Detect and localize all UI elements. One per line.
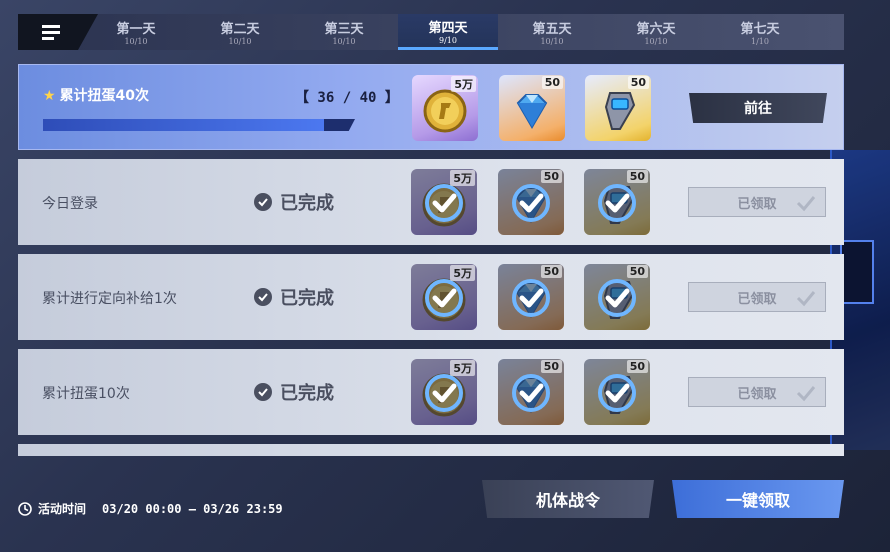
- task-progress-text: 【 36 / 40 】: [295, 90, 399, 106]
- claimed-check-icon: [512, 374, 550, 412]
- reward-item[interactable]: 50: [584, 359, 650, 425]
- task-completed-status: 已完成: [254, 284, 334, 310]
- claimed-check-icon: [425, 184, 463, 222]
- reward-quantity: 50: [626, 265, 648, 278]
- reward-item[interactable]: 50: [584, 264, 650, 330]
- claimed-button-label: 已领取: [737, 291, 777, 307]
- tick-icon: [796, 386, 816, 402]
- claimed-button: 已领取: [688, 282, 826, 312]
- reward-quantity: 50: [626, 360, 648, 373]
- tab-progress: 1/10: [751, 37, 769, 46]
- task-completed-status: 已完成: [254, 189, 334, 215]
- reward-quantity: 50: [540, 170, 562, 183]
- gold-coin-icon: [423, 89, 467, 133]
- task-row: 累计扭蛋10次 已完成 5万 50 50 已领取: [18, 349, 844, 435]
- reward-quantity: 5万: [450, 170, 475, 186]
- task-progress-bar: [43, 119, 355, 131]
- tab-progress: 10/10: [332, 37, 356, 46]
- claimed-button-label: 已领取: [737, 196, 777, 212]
- reward-item[interactable]: 50: [498, 359, 564, 425]
- tab-day-1[interactable]: 第一天 10/10: [86, 14, 186, 50]
- tab-label: 第二天: [220, 22, 260, 37]
- claimed-check-icon: [425, 374, 463, 412]
- task-progress-fill: [43, 119, 324, 131]
- reward-item[interactable]: 50: [584, 169, 650, 235]
- task-title: 累计扭蛋10次: [42, 386, 130, 402]
- claimed-check-icon: [425, 279, 463, 317]
- claimed-button: 已领取: [688, 187, 826, 217]
- reward-item[interactable]: 50: [585, 75, 651, 141]
- tab-day-3[interactable]: 第三天 10/10: [294, 14, 394, 50]
- clock-icon: [18, 501, 32, 516]
- tab-label: 第五天: [532, 22, 572, 37]
- tab-label: 第六天: [636, 22, 676, 37]
- reward-quantity: 5万: [450, 360, 475, 376]
- blue-diamond-icon: [516, 94, 548, 129]
- task-completed-label: 已完成: [280, 288, 334, 309]
- completed-check-icon: [254, 383, 272, 401]
- reward-item[interactable]: 50: [499, 75, 565, 141]
- tab-day-2[interactable]: 第二天 10/10: [190, 14, 290, 50]
- tab-day-7[interactable]: 第七天 1/10: [710, 14, 810, 50]
- task-title-text: 累计扭蛋40次: [59, 88, 150, 104]
- reward-quantity: 50: [540, 265, 562, 278]
- claimed-check-icon: [598, 374, 636, 412]
- tab-day-4[interactable]: 第四天 9/10: [398, 14, 498, 50]
- tab-label: 第三天: [324, 22, 364, 37]
- reward-item[interactable]: 50: [498, 264, 564, 330]
- tab-progress: 10/10: [124, 37, 148, 46]
- completed-check-icon: [254, 288, 272, 306]
- tick-icon: [796, 196, 816, 212]
- task-completed-status: 已完成: [254, 379, 334, 405]
- reward-quantity: 50: [627, 76, 649, 89]
- menu-icon: [42, 25, 60, 40]
- claimed-check-icon: [512, 184, 550, 222]
- tab-progress: 10/10: [540, 37, 564, 46]
- tab-progress: 10/10: [228, 37, 252, 46]
- go-button[interactable]: 前往: [689, 93, 827, 123]
- reward-item[interactable]: 5万: [412, 75, 478, 141]
- task-title: ★ 累计扭蛋40次: [43, 85, 149, 105]
- task-completed-label: 已完成: [280, 383, 334, 404]
- reward-item[interactable]: 50: [498, 169, 564, 235]
- claimed-check-icon: [598, 279, 636, 317]
- task-row: 累计进行定向补给1次 已完成 5万 50 50 已领取: [18, 254, 844, 340]
- claim-all-button[interactable]: 一键领取: [672, 480, 844, 518]
- event-time-label: 活动时间: [38, 502, 87, 516]
- reward-item[interactable]: 5万: [411, 169, 477, 235]
- tick-icon: [796, 291, 816, 307]
- reward-item[interactable]: 5万: [411, 264, 477, 330]
- event-time: 活动时间 03/20 00:00 – 03/26 23:59: [18, 500, 283, 517]
- task-list[interactable]: ★ 累计扭蛋40次【 36 / 40 】 5万 50 50 前往 今日登录 已完成 5万 50 50…: [18, 64, 844, 456]
- task-completed-label: 已完成: [280, 193, 334, 214]
- task-title: 今日登录: [42, 196, 98, 212]
- claimed-check-icon: [598, 184, 636, 222]
- tab-label: 第四天: [428, 20, 468, 36]
- reward-item[interactable]: 5万: [411, 359, 477, 425]
- tab-label: 第七天: [740, 22, 780, 37]
- task-title: 累计进行定向补给1次: [42, 291, 177, 307]
- tab-progress: 9/10: [439, 35, 457, 45]
- mech-part-icon: [604, 92, 636, 130]
- claimed-button-label: 已领取: [737, 386, 777, 402]
- claimed-check-icon: [512, 279, 550, 317]
- reward-quantity: 5万: [451, 76, 476, 92]
- tab-day-6[interactable]: 第六天 10/10: [606, 14, 706, 50]
- reward-quantity: 50: [540, 360, 562, 373]
- tab-day-5[interactable]: 第五天 10/10: [502, 14, 602, 50]
- completed-check-icon: [254, 193, 272, 211]
- mech-pass-button[interactable]: 机体战令: [482, 480, 654, 518]
- task-row: ★ 累计扭蛋40次 【 36 / 40 】 5万 50 50 前往: [18, 64, 844, 150]
- tab-label: 第一天: [116, 22, 156, 37]
- tab-progress: 10/10: [644, 37, 668, 46]
- event-time-value: 03/20 00:00 – 03/26 23:59: [102, 501, 283, 516]
- star-icon: ★: [43, 88, 56, 104]
- reward-quantity: 50: [541, 76, 563, 89]
- reward-quantity: 50: [626, 170, 648, 183]
- claimed-button: 已领取: [688, 377, 826, 407]
- reward-quantity: 5万: [450, 265, 475, 281]
- task-row: 今日登录 已完成 5万 50 50 已领取: [18, 159, 844, 245]
- task-row: [18, 444, 844, 456]
